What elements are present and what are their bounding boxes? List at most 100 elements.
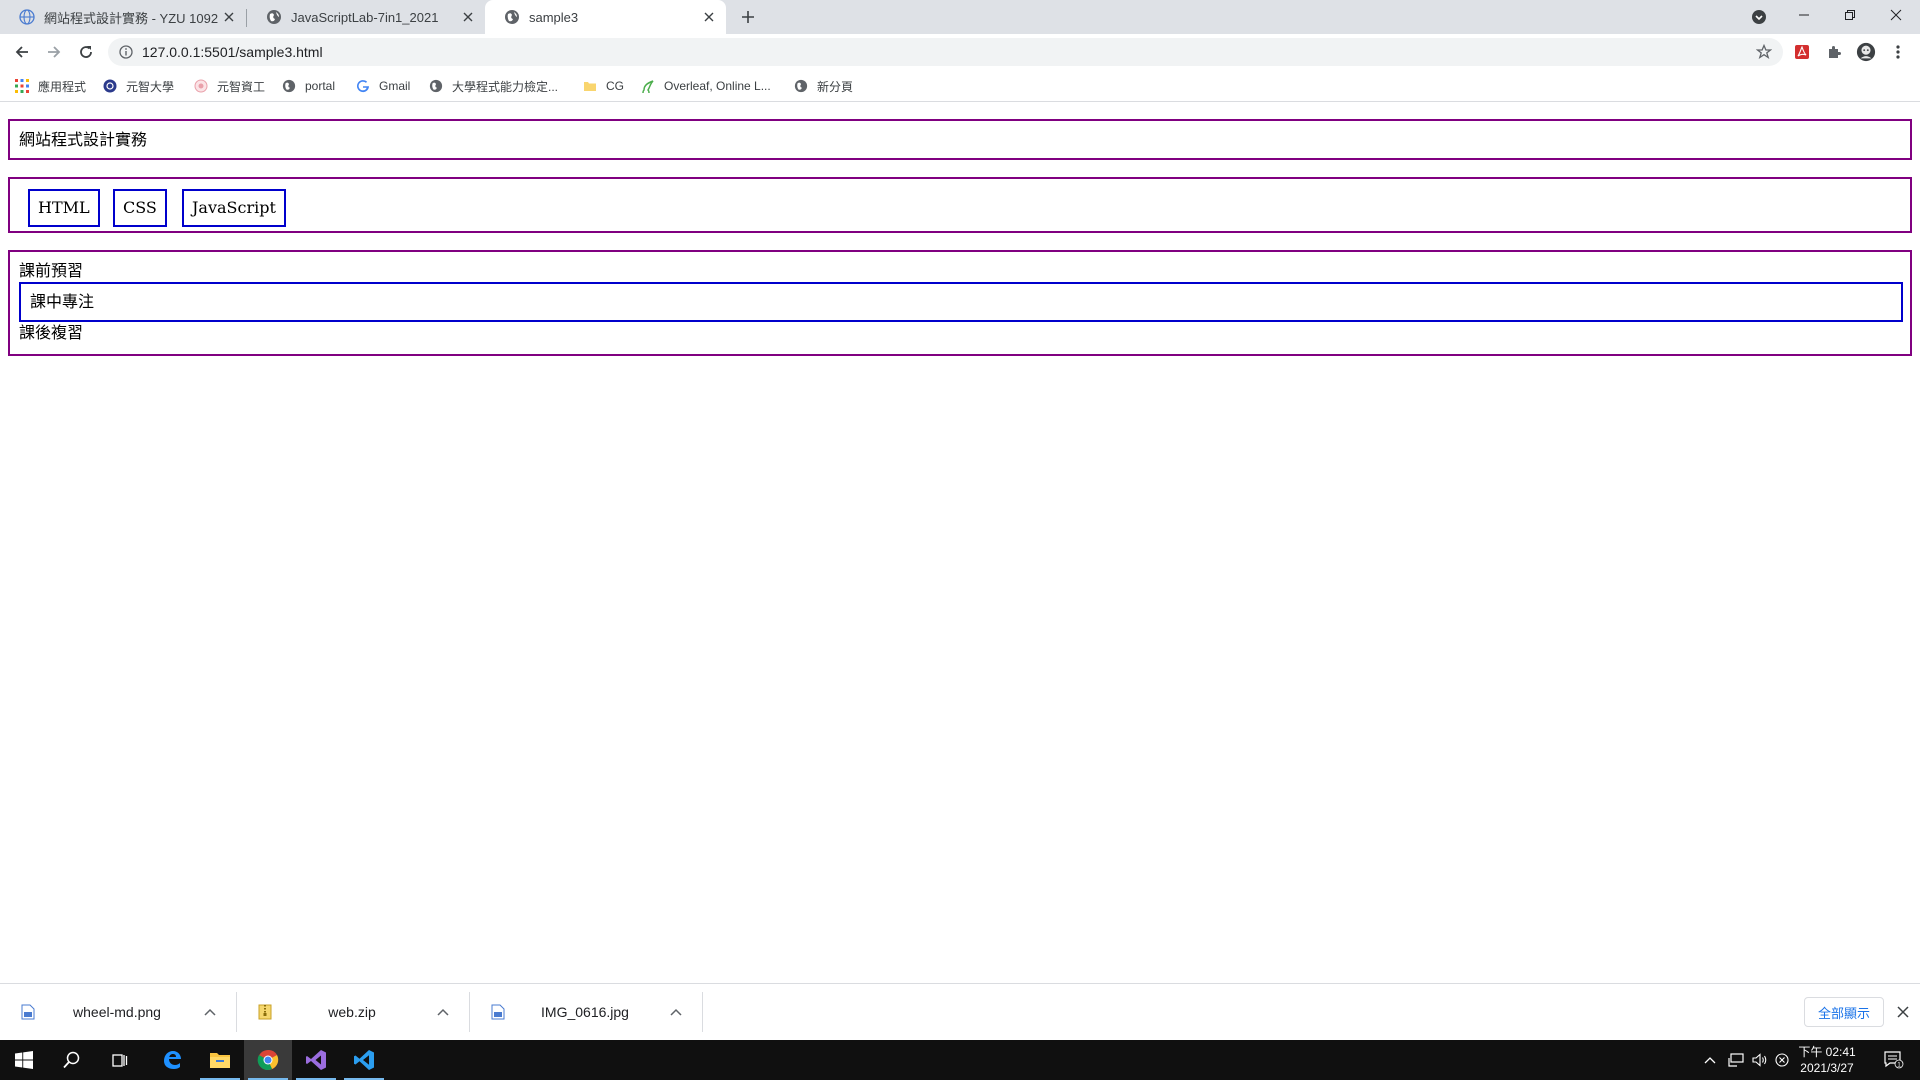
task-view-icon bbox=[112, 1054, 128, 1067]
close-icon bbox=[1897, 1006, 1909, 1018]
world-icon bbox=[428, 78, 444, 94]
download-shelf: wheel-md.png web.zip IMG_0616.jpg 全部顯示 bbox=[0, 983, 1920, 1039]
status-error-icon[interactable] bbox=[1772, 1050, 1792, 1070]
yzu-logo-icon bbox=[102, 78, 118, 94]
puzzle-icon[interactable] bbox=[1824, 42, 1844, 62]
bookmark-overleaf[interactable]: Overleaf, Online L... bbox=[640, 77, 771, 95]
page-content: 網站程式設計實務 HTML CSS JavaScript 課前預習 課中專注 課… bbox=[0, 103, 1920, 983]
network-icon[interactable] bbox=[1726, 1050, 1746, 1070]
volume-icon[interactable] bbox=[1750, 1050, 1770, 1070]
close-icon[interactable] bbox=[699, 7, 719, 27]
download-filename: web.zip bbox=[328, 1004, 376, 1020]
bookmark-cg-folder[interactable]: CG bbox=[582, 77, 624, 95]
bookmark-label: 元智資工 bbox=[217, 79, 266, 94]
bookmark-label: 大學程式能力檢定... bbox=[452, 79, 559, 94]
search-icon bbox=[63, 1051, 80, 1069]
chevron-up-icon[interactable] bbox=[1700, 1050, 1720, 1070]
image-file-icon bbox=[20, 1003, 36, 1021]
tab-javascriptlab[interactable]: JavaScriptLab-7in1_2021 bbox=[247, 0, 485, 34]
close-window-button[interactable] bbox=[1873, 0, 1919, 30]
system-clock[interactable]: 下午 02:41 2021/3/27 bbox=[1792, 1044, 1862, 1076]
folder-icon bbox=[582, 78, 598, 94]
image-file-icon bbox=[490, 1003, 506, 1021]
back-button[interactable] bbox=[8, 38, 36, 66]
bookmark-yzu-cse[interactable]: 元智資工 bbox=[193, 77, 265, 95]
search-button[interactable] bbox=[48, 1040, 96, 1080]
tab-search-button[interactable] bbox=[1749, 7, 1769, 27]
tab-sample3[interactable]: sample3 bbox=[485, 0, 726, 34]
info-icon[interactable] bbox=[118, 44, 134, 60]
close-icon[interactable] bbox=[458, 7, 478, 27]
bookmark-cpe[interactable]: 大學程式能力檢定... bbox=[428, 77, 558, 95]
close-shelf-button[interactable] bbox=[1891, 1000, 1915, 1024]
arrow-right-icon bbox=[48, 46, 61, 58]
edge-app[interactable] bbox=[148, 1040, 196, 1080]
clock-time: 下午 02:41 bbox=[1798, 1045, 1856, 1059]
notification-icon: 1 bbox=[1884, 1051, 1904, 1069]
yzu-cse-logo-icon bbox=[193, 78, 209, 94]
notification-center-button[interactable]: 1 bbox=[1882, 1050, 1906, 1070]
minimize-button[interactable] bbox=[1781, 0, 1827, 30]
bookmark-portal[interactable]: portal bbox=[281, 77, 335, 95]
nav-item-css[interactable]: CSS bbox=[113, 189, 167, 227]
download-item[interactable]: wheel-md.png bbox=[0, 984, 236, 1040]
bookmark-label: portal bbox=[305, 79, 336, 93]
close-icon[interactable] bbox=[219, 7, 239, 27]
download-item[interactable]: web.zip bbox=[237, 984, 469, 1040]
more-menu-icon[interactable] bbox=[1888, 42, 1908, 62]
chevron-up-icon[interactable] bbox=[664, 1000, 688, 1024]
close-icon bbox=[1890, 9, 1902, 21]
list-item-review[interactable]: 課後複習 bbox=[19, 322, 83, 344]
content-list: 課前預習 課中專注 課後複習 bbox=[8, 250, 1912, 356]
world-icon bbox=[504, 9, 520, 25]
star-icon[interactable] bbox=[1755, 43, 1773, 61]
restore-button[interactable] bbox=[1827, 0, 1873, 30]
zip-file-icon bbox=[257, 1003, 273, 1021]
show-all-button[interactable]: 全部顯示 bbox=[1804, 997, 1884, 1027]
chevron-up-icon[interactable] bbox=[198, 1000, 222, 1024]
clock-date: 2021/3/27 bbox=[1800, 1061, 1854, 1075]
world-icon bbox=[266, 9, 282, 25]
visual-studio-icon bbox=[306, 1050, 326, 1070]
address-bar[interactable]: 127.0.0.1:5501/sample3.html bbox=[108, 38, 1783, 66]
task-view-button[interactable] bbox=[96, 1040, 144, 1080]
chrome-icon bbox=[257, 1049, 279, 1070]
download-separator bbox=[702, 992, 703, 1032]
list-item-focus[interactable]: 課中專注 bbox=[19, 282, 1903, 322]
overleaf-icon bbox=[640, 78, 656, 94]
bookmark-label: 應用程式 bbox=[38, 79, 87, 94]
bookmark-label: 元智大學 bbox=[126, 79, 175, 94]
bookmark-apps[interactable]: 應用程式 bbox=[14, 77, 86, 95]
tab-title: JavaScriptLab-7in1_2021 bbox=[291, 9, 439, 25]
download-filename: wheel-md.png bbox=[73, 1004, 161, 1020]
bookmark-yzu[interactable]: 元智大學 bbox=[102, 77, 174, 95]
file-explorer-app[interactable] bbox=[196, 1040, 244, 1080]
bookmark-newtab[interactable]: 新分頁 bbox=[793, 77, 853, 95]
tab-strip: 網站程式設計實務 - YZU 1092 JavaScriptLab-7in1_2… bbox=[0, 0, 1920, 34]
pdf-extension-icon[interactable] bbox=[1792, 42, 1812, 62]
nav-item-html[interactable]: HTML bbox=[28, 189, 100, 227]
world-icon bbox=[281, 78, 297, 94]
visual-studio-app[interactable] bbox=[292, 1040, 340, 1080]
start-button[interactable] bbox=[0, 1040, 48, 1080]
list-item-preview[interactable]: 課前預習 bbox=[19, 260, 83, 282]
bookmark-gmail[interactable]: Gmail bbox=[355, 77, 410, 95]
chrome-app[interactable] bbox=[244, 1040, 292, 1080]
apps-grid-icon bbox=[14, 78, 30, 94]
reload-button[interactable] bbox=[72, 38, 100, 66]
nav-container: HTML CSS JavaScript bbox=[8, 177, 1912, 233]
tab-course-site[interactable]: 網站程式設計實務 - YZU 1092 bbox=[0, 0, 246, 34]
globe-icon bbox=[19, 9, 35, 25]
forward-button[interactable] bbox=[40, 38, 68, 66]
vscode-icon bbox=[354, 1050, 374, 1070]
nav-item-javascript[interactable]: JavaScript bbox=[182, 189, 286, 227]
page-header: 網站程式設計實務 bbox=[8, 119, 1912, 160]
download-item[interactable]: IMG_0616.jpg bbox=[470, 984, 702, 1040]
new-tab-button[interactable] bbox=[736, 5, 760, 29]
tab-title: 網站程式設計實務 - YZU 1092 bbox=[44, 10, 219, 26]
vscode-app[interactable] bbox=[340, 1040, 388, 1080]
tab-title: sample3 bbox=[529, 9, 579, 25]
url-text: 127.0.0.1:5501/sample3.html bbox=[142, 44, 323, 60]
chevron-up-icon[interactable] bbox=[431, 1000, 455, 1024]
profile-avatar[interactable] bbox=[1856, 42, 1876, 62]
